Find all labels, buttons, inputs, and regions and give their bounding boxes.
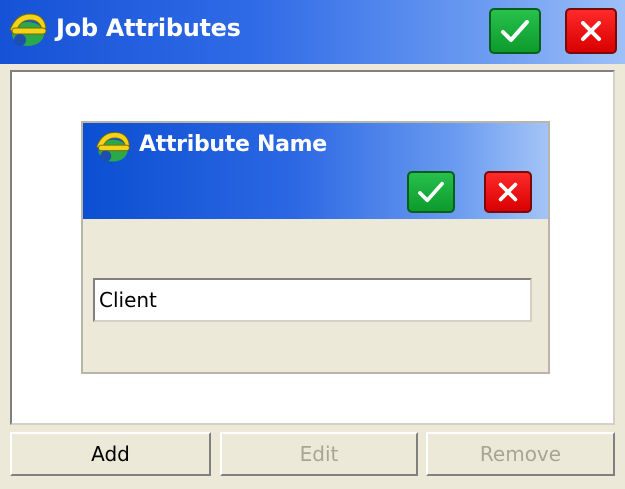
add-button[interactable]: Add (10, 432, 211, 476)
dialog-logo-icon (96, 131, 130, 162)
dialog-ok-button[interactable] (407, 171, 455, 213)
bottom-toolbar: Add Edit Remove (10, 432, 615, 477)
dialog-title-bar: Attribute Name (83, 123, 548, 219)
attribute-name-dialog: Attribute Name Client (81, 121, 550, 374)
remove-button[interactable]: Remove (426, 432, 615, 476)
checkmark-icon (418, 181, 444, 203)
dialog-title: Attribute Name (139, 132, 327, 157)
attribute-name-input[interactable]: Client (93, 278, 532, 322)
close-icon (581, 21, 601, 41)
checkmark-icon (501, 20, 529, 42)
window-title: Job Attributes (56, 14, 241, 42)
app-logo-icon (9, 13, 47, 46)
cancel-button[interactable] (565, 8, 617, 54)
edit-button[interactable]: Edit (220, 432, 418, 476)
title-bar: Job Attributes (0, 0, 625, 64)
dialog-cancel-button[interactable] (484, 171, 532, 213)
close-icon (498, 182, 518, 202)
ok-button[interactable] (489, 8, 541, 54)
